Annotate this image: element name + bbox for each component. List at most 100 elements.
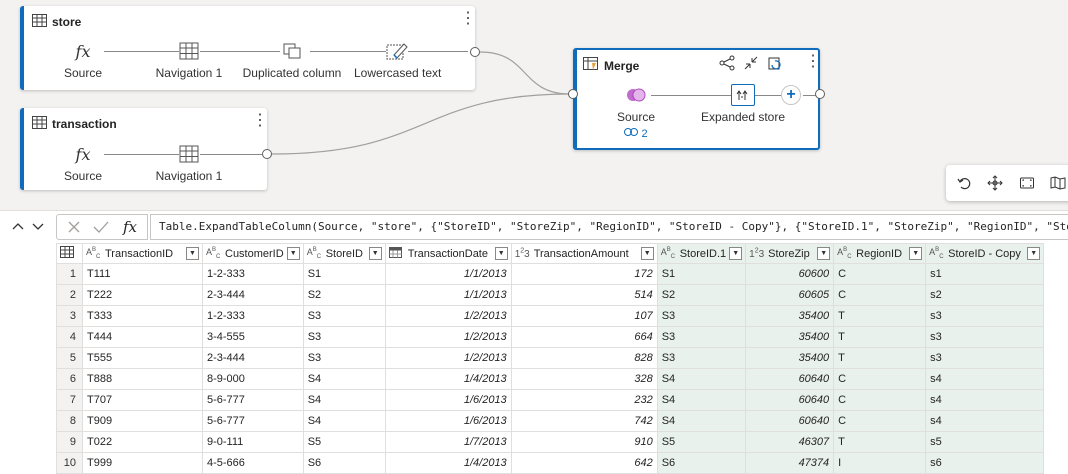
grid-cell[interactable]: s5	[925, 431, 1045, 453]
add-step-button[interactable]: +	[781, 85, 801, 105]
grid-cell[interactable]: 1-2-333	[202, 263, 304, 285]
date-type-icon[interactable]	[388, 246, 405, 261]
table-row[interactable]: 2 T222 2-3-444 S2 1/1/2013 514 S2 60605 Cs2	[56, 284, 1045, 306]
column-header[interactable]: ABC CustomerID ▼	[202, 243, 304, 264]
grid-cell[interactable]: I	[833, 452, 927, 474]
grid-cell[interactable]: 1/2/2013	[384, 326, 512, 348]
grid-cell[interactable]: S4	[302, 410, 386, 432]
column-filter-dropdown-icon[interactable]: ▼	[286, 247, 300, 260]
grid-cell[interactable]: s3	[925, 347, 1045, 369]
table-row[interactable]: 4 T444 3-4-555 S3 1/2/2013 664 S3 35400 Ts3	[56, 326, 1045, 348]
grid-cell[interactable]: s1	[925, 263, 1045, 285]
grid-cell[interactable]: 1/4/2013	[384, 452, 512, 474]
grid-cell[interactable]: 1/6/2013	[384, 389, 512, 411]
grid-cell[interactable]: 1/1/2013	[384, 284, 512, 306]
grid-cell[interactable]: T	[833, 305, 927, 327]
grid-cell[interactable]: 328	[510, 368, 658, 390]
column-header[interactable]: ABC StoreID.1 ▼	[656, 243, 747, 264]
grid-cell[interactable]: 60600	[745, 263, 835, 285]
grid-cell[interactable]: s4	[925, 410, 1045, 432]
grid-cell[interactable]: S3	[302, 347, 386, 369]
grid-cell[interactable]: S3	[656, 326, 747, 348]
grid-cell[interactable]: 1-2-333	[202, 305, 304, 327]
column-filter-dropdown-icon[interactable]: ▼	[817, 247, 831, 260]
table-row[interactable]: 1 T111 1-2-333 S1 1/1/2013 172 S1 60600 Cs1	[56, 263, 1045, 285]
grid-cell[interactable]: 47374	[745, 452, 835, 474]
grid-cell[interactable]: s2	[925, 284, 1045, 306]
text-type-icon[interactable]: ABC	[837, 247, 853, 260]
input-port[interactable]	[568, 89, 578, 99]
grid-cell[interactable]: 1/7/2013	[384, 431, 512, 453]
column-header[interactable]: ABC StoreID ▼	[302, 243, 386, 264]
grid-cell[interactable]: T444	[82, 326, 203, 348]
refresh-icon[interactable]	[767, 55, 783, 74]
grid-cell[interactable]: T909	[82, 410, 203, 432]
grid-cell[interactable]: S3	[656, 305, 747, 327]
table-row[interactable]: 3 T333 1-2-333 S3 1/2/2013 107 S3 35400 Ts3	[56, 305, 1045, 327]
row-number[interactable]: 5	[56, 347, 83, 369]
number-type-icon[interactable]: 123	[749, 247, 765, 259]
grid-cell[interactable]: 742	[510, 410, 658, 432]
text-type-icon[interactable]: ABC	[307, 247, 323, 260]
grid-cell[interactable]: s4	[925, 389, 1045, 411]
more-options-icon[interactable]: ⋮	[805, 54, 821, 70]
grid-cell[interactable]: T555	[82, 347, 203, 369]
row-number[interactable]: 9	[56, 431, 83, 453]
grid-cell[interactable]: C	[833, 368, 927, 390]
grid-cell[interactable]: S1	[302, 263, 386, 285]
expand-chevron-down-icon[interactable]	[32, 221, 44, 235]
formula-input[interactable]: Table.ExpandTableColumn(Source, "store",…	[150, 214, 1068, 240]
grid-cell[interactable]: s3	[925, 305, 1045, 327]
grid-cell[interactable]: S3	[656, 347, 747, 369]
row-number[interactable]: 2	[56, 284, 83, 306]
grid-cell[interactable]: 8-9-000	[202, 368, 304, 390]
fit-to-screen-icon[interactable]	[1018, 174, 1036, 192]
column-header[interactable]: TransactionDate ▼	[384, 243, 512, 264]
grid-cell[interactable]: S6	[656, 452, 747, 474]
more-options-icon[interactable]: ⋮	[252, 113, 268, 129]
column-header[interactable]: ABC TransactionID ▼	[82, 243, 203, 264]
grid-cell[interactable]: s3	[925, 326, 1045, 348]
grid-cell[interactable]: T022	[82, 431, 203, 453]
grid-cell[interactable]: 35400	[745, 326, 835, 348]
column-filter-dropdown-icon[interactable]: ▼	[640, 247, 654, 260]
query-card-store[interactable]: store ⋮ fx Source Navigation 1 Duplicate…	[20, 6, 476, 90]
row-number[interactable]: 6	[56, 368, 83, 390]
grid-cell[interactable]: 9-0-111	[202, 431, 304, 453]
step-lowercased-text[interactable]: Lowercased text	[354, 40, 441, 80]
text-type-icon[interactable]: ABC	[206, 247, 222, 260]
text-type-icon[interactable]: ABC	[86, 247, 102, 260]
grid-cell[interactable]: 107	[510, 305, 658, 327]
output-port[interactable]	[470, 47, 480, 57]
table-row[interactable]: 7 T707 5-6-777 S4 1/6/2013 232 S4 60640 Cs4	[56, 389, 1045, 411]
grid-cell[interactable]: T111	[82, 263, 203, 285]
grid-cell[interactable]: 1/4/2013	[384, 368, 512, 390]
grid-cell[interactable]: 232	[510, 389, 658, 411]
move-icon[interactable]	[986, 174, 1004, 192]
row-number[interactable]: 1	[56, 263, 83, 285]
grid-cell[interactable]: 2-3-444	[202, 284, 304, 306]
grid-cell[interactable]: S4	[302, 368, 386, 390]
grid-cell[interactable]: S3	[302, 326, 386, 348]
grid-cell[interactable]: 60640	[745, 410, 835, 432]
query-card-transaction[interactable]: transaction ⋮ fx Source Navigation 1	[20, 108, 268, 190]
grid-cell[interactable]: 2-3-444	[202, 347, 304, 369]
column-filter-dropdown-icon[interactable]: ▼	[909, 247, 923, 260]
step-duplicated-column[interactable]: Duplicated column	[240, 40, 344, 80]
grid-cell[interactable]: T888	[82, 368, 203, 390]
column-header[interactable]: 123 StoreZip ▼	[745, 243, 835, 264]
row-number[interactable]: 10	[56, 452, 83, 474]
grid-cell[interactable]: S5	[656, 431, 747, 453]
grid-cell[interactable]: C	[833, 284, 927, 306]
grid-cell[interactable]: 642	[510, 452, 658, 474]
step-navigation[interactable]: Navigation 1	[154, 40, 224, 80]
grid-cell[interactable]: 828	[510, 347, 658, 369]
undo-icon[interactable]	[955, 174, 973, 192]
grid-cell[interactable]: 46307	[745, 431, 835, 453]
grid-cell[interactable]: T	[833, 431, 927, 453]
grid-cell[interactable]: C	[833, 410, 927, 432]
grid-cell[interactable]: T222	[82, 284, 203, 306]
column-filter-dropdown-icon[interactable]: ▼	[729, 247, 743, 260]
confirm-icon[interactable]	[93, 220, 109, 237]
table-row[interactable]: 8 T909 5-6-777 S4 1/6/2013 742 S4 60640 Cs4	[56, 410, 1045, 432]
